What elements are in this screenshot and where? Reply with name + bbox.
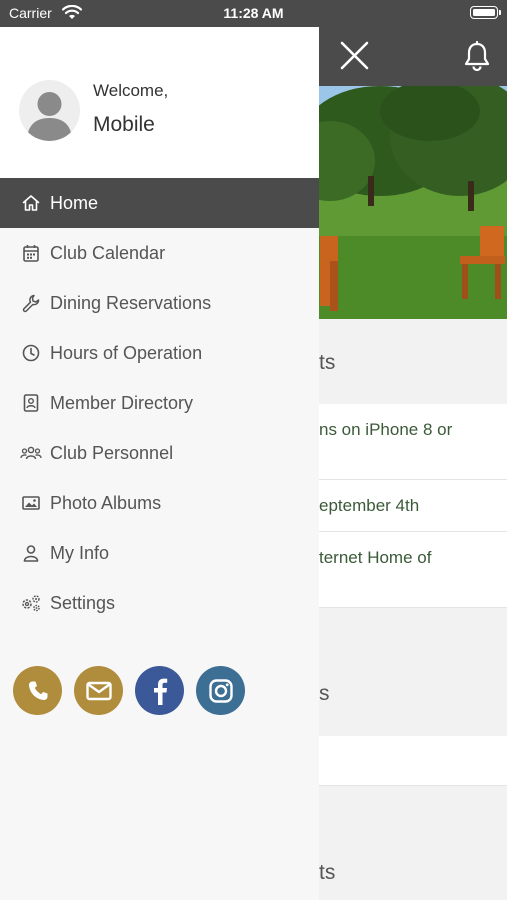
menu-item-label: Dining Reservations: [50, 292, 212, 313]
image-icon: [20, 492, 42, 514]
username-label: Mobile: [93, 113, 155, 136]
facebook-icon: [153, 678, 167, 705]
user-silhouette-icon: [27, 92, 72, 141]
menu-item-label: Club Calendar: [50, 242, 166, 263]
welcome-label: Welcome,: [93, 81, 169, 100]
list-item-link[interactable]: ternet Home of: [319, 548, 497, 568]
instagram-icon: [208, 678, 233, 703]
home-icon: [20, 192, 42, 214]
section-heading: s: [319, 682, 330, 705]
menu-item-label: My Info: [50, 542, 110, 563]
menu-item-home[interactable]: Home: [0, 178, 319, 228]
profile-header: Welcome, Mobile: [0, 27, 319, 178]
avatar[interactable]: [19, 80, 80, 141]
menu-item-my-info[interactable]: My Info: [0, 528, 319, 578]
battery-icon: [470, 6, 501, 19]
facebook-button[interactable]: [135, 666, 184, 715]
status-bar: Carrier 11:28 AM: [0, 0, 507, 27]
calendar-icon: [20, 242, 42, 264]
menu-item-hours-of-operation[interactable]: Hours of Operation: [0, 328, 319, 378]
contact-card-icon: [20, 392, 42, 414]
navigation-drawer: Welcome, Mobile Home Club Calendar Dinin…: [0, 27, 319, 900]
clock-icon: [20, 342, 42, 364]
app-screen: Carrier 11:28 AM ts ns on iPhone 8 or ep…: [0, 0, 507, 900]
menu-item-label: Photo Albums: [50, 492, 162, 513]
wrench-icon: [20, 292, 42, 314]
phone-icon: [28, 681, 47, 700]
drawer-menu: Home Club Calendar Dining Reservations H…: [0, 178, 319, 628]
menu-item-dining-reservations[interactable]: Dining Reservations: [0, 278, 319, 328]
menu-item-club-calendar[interactable]: Club Calendar: [0, 228, 319, 278]
menu-item-label: Club Personnel: [50, 442, 174, 463]
bell-icon[interactable]: [463, 41, 491, 71]
menu-item-club-personnel[interactable]: Club Personnel: [0, 428, 319, 478]
close-icon[interactable]: [340, 41, 369, 70]
menu-item-settings[interactable]: Settings: [0, 578, 319, 628]
menu-item-label: Settings: [50, 592, 116, 613]
menu-item-photo-albums[interactable]: Photo Albums: [0, 478, 319, 528]
people-icon: [20, 442, 42, 464]
user-icon: [20, 542, 42, 564]
menu-item-member-directory[interactable]: Member Directory: [0, 378, 319, 428]
menu-item-label: Home: [50, 192, 99, 213]
email-button[interactable]: [74, 666, 123, 715]
social-links: [13, 666, 257, 715]
menu-item-label: Member Directory: [50, 392, 194, 413]
instagram-button[interactable]: [196, 666, 245, 715]
section-heading: ts: [319, 861, 336, 884]
phone-button[interactable]: [13, 666, 62, 715]
clock-label: 11:28 AM: [223, 5, 284, 21]
envelope-icon: [85, 681, 112, 700]
list-item-link[interactable]: ns on iPhone 8 or: [319, 420, 497, 440]
gears-icon: [20, 592, 42, 614]
list-item-link[interactable]: eptember 4th: [319, 496, 497, 516]
section-heading: ts: [319, 351, 336, 374]
menu-item-label: Hours of Operation: [50, 342, 203, 363]
